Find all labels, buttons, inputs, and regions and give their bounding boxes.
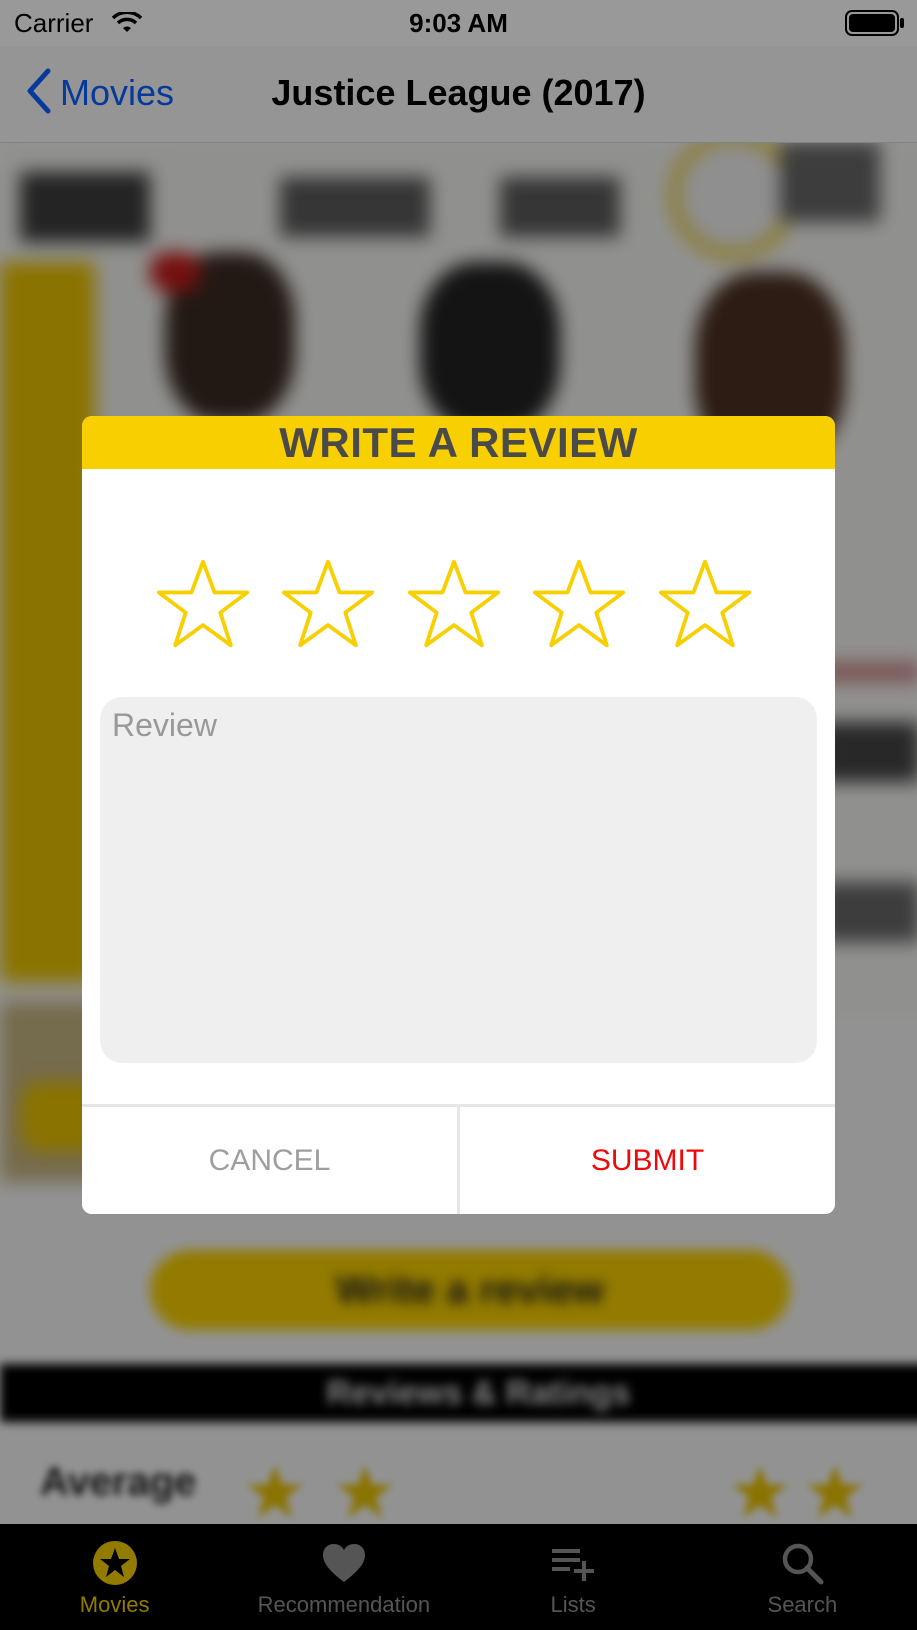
rating-star-2[interactable] (280, 556, 376, 652)
star-outline-icon (156, 559, 250, 648)
write-review-dialog: WRITE A REVIEW Review CANCEL SUBMIT (82, 416, 835, 1214)
star-outline-icon (281, 559, 375, 648)
star-outline-icon (532, 559, 626, 648)
dialog-title: WRITE A REVIEW (82, 416, 835, 469)
rating-star-1[interactable] (155, 556, 251, 652)
review-text-field[interactable] (100, 697, 817, 1063)
star-outline-icon (658, 559, 752, 648)
rating-star-5[interactable] (657, 556, 753, 652)
rating-stars (82, 556, 835, 652)
submit-button[interactable]: SUBMIT (460, 1107, 835, 1214)
rating-star-4[interactable] (531, 556, 627, 652)
rating-star-3[interactable] (406, 556, 502, 652)
cancel-button[interactable]: CANCEL (82, 1107, 457, 1214)
star-outline-icon (407, 559, 501, 648)
